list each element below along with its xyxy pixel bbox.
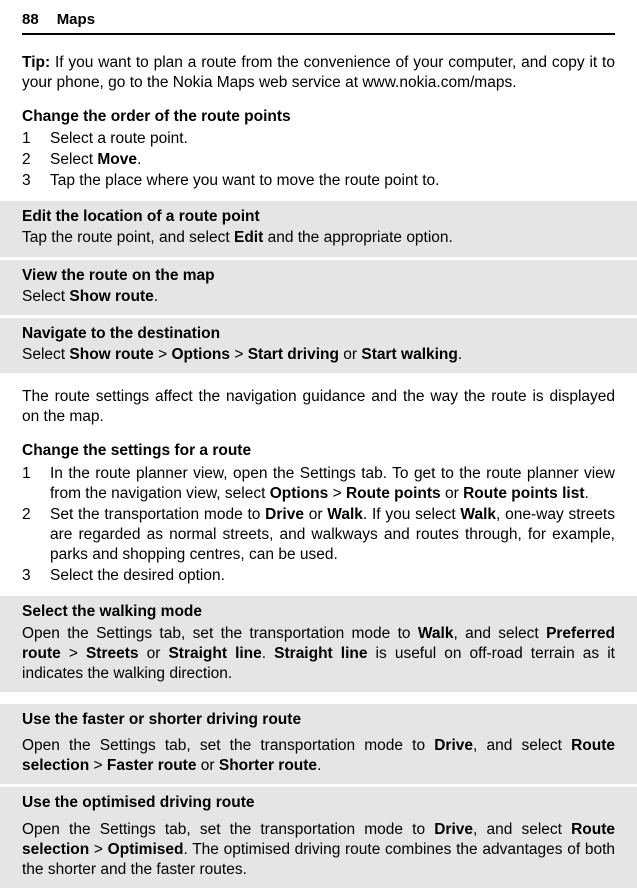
step-number: 3: [22, 566, 36, 586]
step-number: 2: [22, 505, 36, 525]
change-settings-step-1: 1 In the route planner view, open the Se…: [22, 464, 615, 504]
straight-line-label-2: Straight line: [274, 645, 367, 662]
step-text: Select a route point.: [50, 129, 615, 149]
change-order-step-3: 3 Tap the place where you want to move t…: [22, 171, 615, 191]
show-route-label: Show route: [69, 346, 153, 363]
walking-mode-text: Open the Settings tab, set the transport…: [22, 624, 615, 684]
start-walking-label: Start walking: [361, 346, 457, 363]
text: .: [584, 485, 588, 502]
navigate-text: Select Show route > Options > Start driv…: [22, 345, 615, 365]
change-settings-title: Change the settings for a route: [22, 441, 615, 461]
text: >: [89, 841, 107, 858]
edit-location-text: Tap the route point, and select Edit and…: [22, 228, 615, 248]
text: >: [230, 346, 248, 363]
text: . If you select: [363, 506, 461, 523]
faster-route-label: Faster route: [107, 757, 197, 774]
optimised-label: Optimised: [108, 841, 184, 858]
options-label: Options: [171, 346, 230, 363]
text: Select: [22, 288, 69, 305]
edit-location-box: Edit the location of a route point Tap t…: [0, 201, 637, 256]
text: , and select: [473, 821, 571, 838]
show-route-label: Show route: [69, 288, 153, 305]
step-number: 3: [22, 171, 36, 191]
text: , and select: [453, 625, 546, 642]
text: or: [304, 506, 327, 523]
text: or: [339, 346, 361, 363]
step-number: 1: [22, 464, 36, 484]
start-driving-label: Start driving: [248, 346, 339, 363]
route-settings-effect: The route settings affect the navigation…: [22, 387, 615, 427]
drive-label: Drive: [434, 821, 473, 838]
page-header: 88 Maps: [22, 10, 615, 35]
step-number: 2: [22, 150, 36, 170]
text: .: [458, 346, 462, 363]
change-order-steps: 1 Select a route point. 2 Select Move. 3…: [22, 129, 615, 191]
text: Open the Settings tab, set the transport…: [22, 737, 434, 754]
text: , and select: [473, 737, 571, 754]
optimised-text: Open the Settings tab, set the transport…: [22, 820, 615, 880]
move-label: Move: [97, 151, 137, 168]
header-title: Maps: [57, 10, 95, 30]
edit-label: Edit: [234, 229, 263, 246]
navigate-title: Navigate to the destination: [22, 324, 615, 344]
text: >: [328, 485, 346, 502]
route-points-list-label: Route points list: [463, 485, 584, 502]
text: and the appropriate option.: [263, 229, 453, 246]
text: or: [196, 757, 218, 774]
optimised-title: Use the optimised driving route: [22, 793, 615, 813]
streets-label: Streets: [86, 645, 139, 662]
faster-shorter-title: Use the faster or shorter driving route: [22, 710, 615, 730]
text: .: [137, 151, 141, 168]
text: or: [441, 485, 463, 502]
change-settings-step-2: 2 Set the transportation mode to Drive o…: [22, 505, 615, 565]
text: Open the Settings tab, set the transport…: [22, 625, 418, 642]
edit-location-title: Edit the location of a route point: [22, 207, 615, 227]
step-text: Tap the place where you want to move the…: [50, 171, 615, 191]
text: Select: [50, 151, 97, 168]
text: Select: [22, 346, 69, 363]
text: .: [154, 288, 158, 305]
faster-shorter-text: Open the Settings tab, set the transport…: [22, 736, 615, 776]
view-route-text: Select Show route.: [22, 287, 615, 307]
tip-paragraph: Tip: If you want to plan a route from th…: [22, 53, 615, 93]
change-settings-steps: 1 In the route planner view, open the Se…: [22, 464, 615, 587]
route-points-label: Route points: [346, 485, 441, 502]
change-settings-step-3: 3 Select the desired option.: [22, 566, 615, 586]
step-text: Select Move.: [50, 150, 615, 170]
drive-label: Drive: [434, 737, 473, 754]
straight-line-label: Straight line: [168, 645, 261, 662]
text: >: [89, 757, 107, 774]
drive-label: Drive: [265, 506, 304, 523]
text: Open the Settings tab, set the transport…: [22, 821, 434, 838]
step-text: Select the desired option.: [50, 566, 615, 586]
text: >: [154, 346, 172, 363]
change-order-step-1: 1 Select a route point.: [22, 129, 615, 149]
tip-label: Tip:: [22, 54, 50, 71]
text: >: [61, 645, 86, 662]
page-number: 88: [22, 10, 39, 30]
step-text: Set the transportation mode to Drive or …: [50, 505, 615, 565]
walking-mode-box: Select the walking mode Open the Setting…: [0, 596, 637, 692]
walking-mode-title: Select the walking mode: [22, 602, 615, 622]
options-label: Options: [270, 485, 329, 502]
optimised-box: Use the optimised driving route Open the…: [0, 787, 637, 888]
text: Tap the route point, and select: [22, 229, 234, 246]
step-number: 1: [22, 129, 36, 149]
step-text: In the route planner view, open the Sett…: [50, 464, 615, 504]
text: .: [262, 645, 274, 662]
text: or: [139, 645, 169, 662]
change-order-step-2: 2 Select Move.: [22, 150, 615, 170]
walk-label: Walk: [327, 506, 363, 523]
faster-shorter-box: Use the faster or shorter driving route …: [0, 704, 637, 784]
text: Set the transportation mode to: [50, 506, 265, 523]
shorter-route-label: Shorter route: [219, 757, 317, 774]
navigate-box: Navigate to the destination Select Show …: [0, 318, 637, 373]
text: .: [317, 757, 321, 774]
tip-text: If you want to plan a route from the con…: [22, 54, 615, 91]
view-route-title: View the route on the map: [22, 266, 615, 286]
walk-label-2: Walk: [460, 506, 496, 523]
view-route-box: View the route on the map Select Show ro…: [0, 260, 637, 315]
change-order-title: Change the order of the route points: [22, 107, 615, 127]
walk-label: Walk: [418, 625, 454, 642]
